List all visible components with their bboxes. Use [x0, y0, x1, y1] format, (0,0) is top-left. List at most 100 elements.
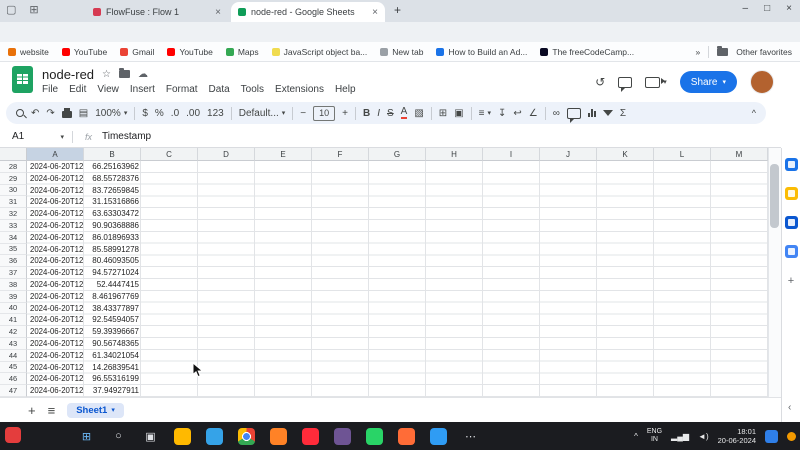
menu-item[interactable]: File	[42, 84, 58, 95]
column-header[interactable]: E	[255, 148, 312, 161]
vertical-align-button[interactable]: ↧	[498, 108, 506, 119]
strikethrough-button[interactable]: S	[387, 108, 394, 119]
cell-timestamp[interactable]: 2024-06-20T12:	[27, 279, 84, 291]
cell-value[interactable]: 31.15316866	[84, 196, 141, 208]
bold-button[interactable]: B	[363, 108, 370, 119]
taskbar-app-icon[interactable]	[238, 428, 255, 445]
cell-value[interactable]: 52.4447415	[84, 279, 141, 291]
sheet-tab-sheet1[interactable]: Sheet1 ▾	[67, 403, 124, 418]
taskbar-app-icon[interactable]: ▣	[142, 428, 159, 445]
cell-value[interactable]: 90.56748365	[84, 338, 141, 350]
history-icon[interactable]: ↺	[595, 75, 605, 89]
tab-google-sheets[interactable]: node-red - Google Sheets ×	[231, 2, 385, 22]
cell-timestamp[interactable]: 2024-06-20T12:	[27, 220, 84, 232]
user-avatar[interactable]	[750, 70, 774, 94]
taskbar-app-icon[interactable]: ⋯	[462, 428, 479, 445]
all-sheets-button[interactable]: ≡	[48, 403, 56, 418]
text-color-button[interactable]: A	[401, 107, 408, 119]
row-number[interactable]: 30	[0, 185, 27, 197]
bookmark-item[interactable]: JavaScript object ba...	[272, 47, 368, 57]
format-currency-button[interactable]: $	[142, 108, 148, 119]
side-panel-icon[interactable]	[785, 216, 798, 229]
star-icon[interactable]: ☆	[102, 69, 111, 80]
row-number[interactable]: 31	[0, 196, 27, 208]
column-header[interactable]: J	[540, 148, 597, 161]
comments-icon[interactable]	[618, 77, 632, 88]
cell-value[interactable]: 96.55316199	[84, 373, 141, 385]
close-button[interactable]: ×	[786, 3, 792, 14]
row-number[interactable]: 37	[0, 267, 27, 279]
column-header[interactable]: K	[597, 148, 654, 161]
clock[interactable]: 18:01 20-06-2024	[718, 427, 756, 445]
share-button[interactable]: Share ▾	[680, 71, 737, 93]
borders-button[interactable]: ⊞	[439, 108, 447, 119]
row-number[interactable]: 47	[0, 385, 27, 397]
column-header[interactable]: G	[369, 148, 426, 161]
column-header[interactable]: L	[654, 148, 711, 161]
cell-value[interactable]: 14.26839541	[84, 362, 141, 374]
formula-input[interactable]: Timestamp	[102, 131, 151, 142]
text-rotate-button[interactable]: ∠	[529, 108, 538, 119]
side-panel-icon[interactable]: +	[785, 274, 798, 287]
cell-timestamp[interactable]: 2024-06-20T12:	[27, 255, 84, 267]
font-select[interactable]: Default...▾	[239, 108, 286, 119]
menu-item[interactable]: Insert	[130, 84, 155, 95]
side-panel-icon[interactable]	[785, 245, 798, 258]
print-icon[interactable]	[62, 111, 72, 118]
zoom-select[interactable]: 100%▾	[95, 108, 127, 119]
row-number[interactable]: 28	[0, 161, 27, 173]
cell-timestamp[interactable]: 2024-06-20T12:	[27, 291, 84, 303]
cell-timestamp[interactable]: 2024-06-20T12:	[27, 326, 84, 338]
increase-decimal-button[interactable]: .00	[186, 108, 200, 119]
meet-button[interactable]: ▾	[645, 77, 667, 88]
cell-value[interactable]: 94.57271024	[84, 267, 141, 279]
row-number[interactable]: 41	[0, 314, 27, 326]
column-header[interactable]: C	[141, 148, 198, 161]
italic-button[interactable]: I	[377, 108, 380, 119]
functions-button[interactable]: Σ	[620, 108, 626, 119]
cell-value[interactable]: 83.72659845	[84, 185, 141, 197]
move-folder-icon[interactable]	[119, 70, 130, 78]
cell-timestamp[interactable]: 2024-06-20T12:	[27, 267, 84, 279]
taskbar-app-icon[interactable]	[174, 428, 191, 445]
create-filter-icon[interactable]	[603, 110, 613, 116]
cell-timestamp[interactable]: 2024-06-20T12:	[27, 173, 84, 185]
cell-value[interactable]: 38.43377897	[84, 303, 141, 315]
cell-timestamp[interactable]: 2024-06-20T12:	[27, 244, 84, 256]
cell-value[interactable]: 8.461967769	[84, 291, 141, 303]
search-icon[interactable]	[16, 109, 24, 117]
cell-timestamp[interactable]: 2024-06-20T12:	[27, 208, 84, 220]
network-icon[interactable]: ▂▄▆	[671, 432, 689, 441]
cell-value[interactable]: 68.55728376	[84, 173, 141, 185]
bookmark-item[interactable]: YouTube	[167, 47, 212, 57]
row-number[interactable]: 46	[0, 373, 27, 385]
sheets-logo[interactable]	[12, 66, 33, 93]
taskbar-app-icon[interactable]	[206, 428, 223, 445]
maximize-button[interactable]: □	[764, 3, 770, 14]
taskbar-app-icon[interactable]	[398, 428, 415, 445]
cell-timestamp[interactable]: 2024-06-20T12:	[27, 303, 84, 315]
new-tab-button[interactable]: +	[394, 3, 401, 17]
row-number[interactable]: 42	[0, 326, 27, 338]
horizontal-align-button[interactable]: ≡▾	[479, 108, 491, 119]
cell-timestamp[interactable]: 2024-06-20T12:	[27, 185, 84, 197]
menu-item[interactable]: Help	[335, 84, 356, 95]
chevron-down-icon[interactable]: ▾	[722, 78, 726, 86]
scrollbar-thumb[interactable]	[770, 164, 779, 228]
row-number[interactable]: 45	[0, 362, 27, 374]
cell-value[interactable]: 80.46093505	[84, 255, 141, 267]
cell-timestamp[interactable]: 2024-06-20T12:	[27, 196, 84, 208]
bookmark-item[interactable]: The freeCodeCamp...	[540, 47, 634, 57]
row-number[interactable]: 29	[0, 173, 27, 185]
close-tab-icon[interactable]: ×	[372, 7, 378, 18]
column-header[interactable]: B	[84, 148, 141, 161]
bookmark-item[interactable]: Maps	[226, 47, 259, 57]
bookmark-item[interactable]: New tab	[380, 47, 423, 57]
row-number[interactable]: 35	[0, 244, 27, 256]
close-tab-icon[interactable]: ×	[215, 7, 221, 18]
cell-timestamp[interactable]: 2024-06-20T12:	[27, 362, 84, 374]
cell-value[interactable]: 85.58991278	[84, 244, 141, 256]
notification-icon[interactable]	[765, 430, 778, 443]
bookmark-item[interactable]: Gmail	[120, 47, 154, 57]
insert-comment-icon[interactable]	[567, 108, 581, 119]
